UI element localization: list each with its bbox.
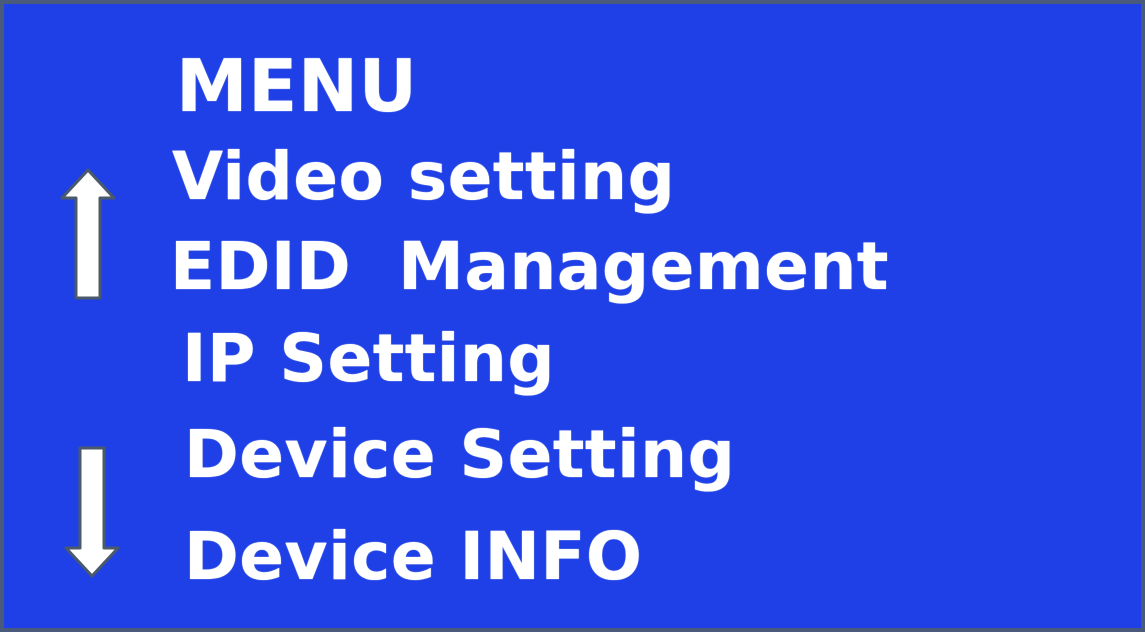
arrow-down-icon[interactable] xyxy=(62,444,122,580)
menu-item-edid-management[interactable]: EDID Management xyxy=(170,234,889,300)
arrow-up-icon[interactable] xyxy=(58,168,118,302)
menu-item-ip-setting[interactable]: IP Setting xyxy=(182,326,555,392)
menu-item-device-info[interactable]: Device INFO xyxy=(184,524,643,590)
menu-item-device-setting[interactable]: Device Setting xyxy=(184,422,735,488)
osd-menu-screen: MENU Video setting EDID Management IP Se… xyxy=(0,0,1145,632)
menu-title: MENU xyxy=(176,44,418,128)
menu-item-video-setting[interactable]: Video setting xyxy=(172,144,675,210)
